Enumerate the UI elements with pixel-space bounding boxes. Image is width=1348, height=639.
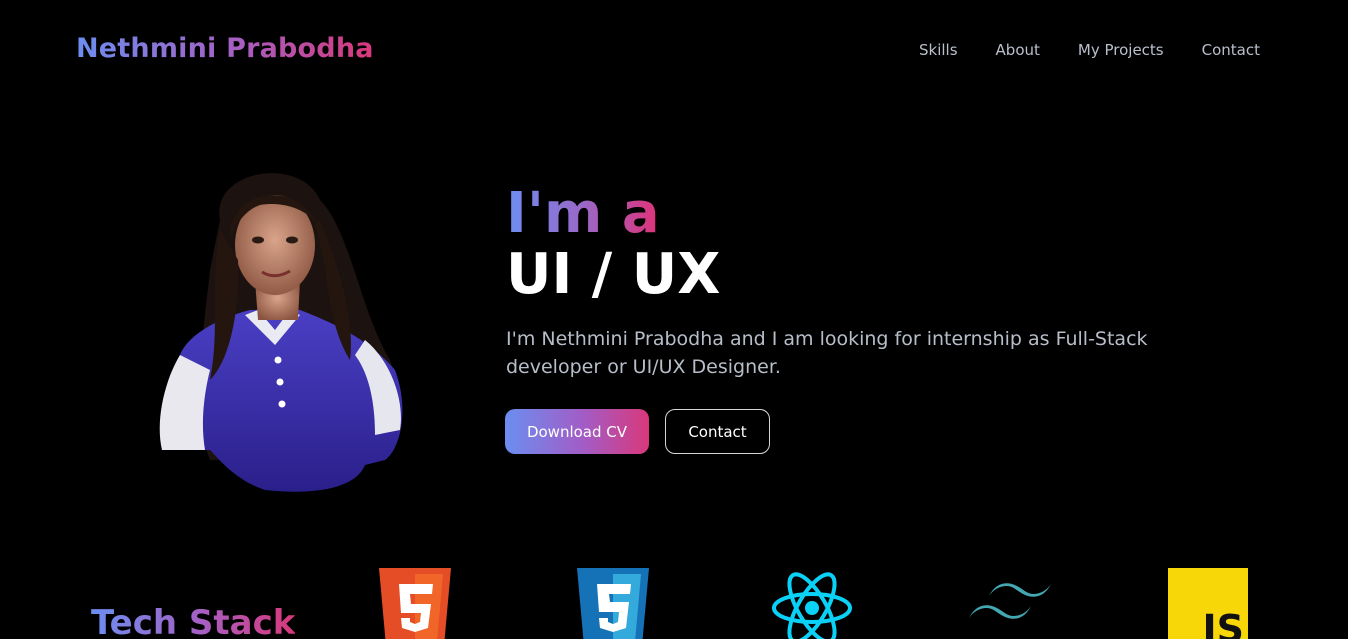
css3-icon [577,568,649,639]
contact-button[interactable]: Contact [665,409,770,454]
hero-heading-role: UI / UX [506,242,721,307]
tailwind-icon [969,583,1051,619]
nav-link-skills[interactable]: Skills [919,41,958,59]
portfolio-page: Nethmini Prabodha Skills About My Projec… [0,0,1348,639]
download-cv-button[interactable]: Download CV [505,409,649,454]
main-nav: Skills About My Projects Contact [919,41,1260,59]
nav-link-my-projects[interactable]: My Projects [1078,41,1164,59]
brand-logo-text[interactable]: Nethmini Prabodha [76,33,374,64]
tech-stack-title: Tech Stack [91,603,295,639]
react-icon [772,572,852,639]
javascript-icon: JS [1168,568,1248,639]
nav-link-contact[interactable]: Contact [1202,41,1260,59]
html5-icon [379,568,451,639]
nav-link-about[interactable]: About [996,41,1040,59]
profile-portrait-image [159,173,403,492]
hero-description: I'm Nethmini Prabodha and I am looking f… [506,328,1148,378]
javascript-icon-label: JS [1199,607,1244,639]
